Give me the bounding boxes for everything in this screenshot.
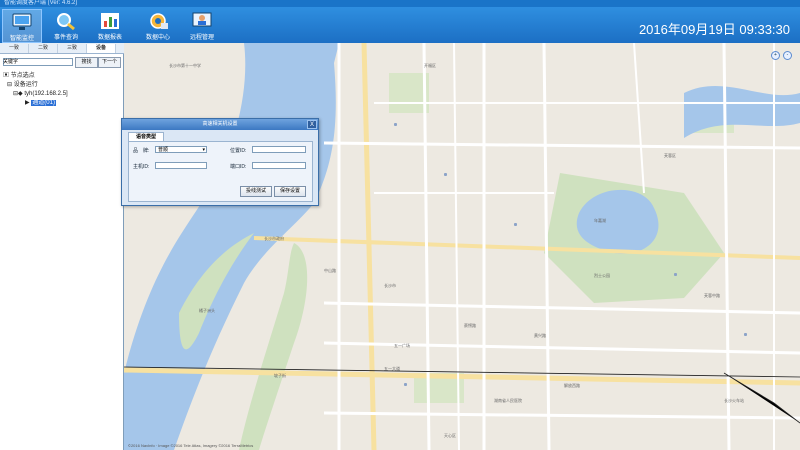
- tab-level2[interactable]: 二致: [29, 44, 58, 53]
- zoom-in-button[interactable]: +: [771, 51, 780, 60]
- toolbar-remote-label: 远程管理: [189, 35, 214, 41]
- map-label: 蔡锷路: [464, 323, 476, 328]
- device-tree-panel: 关键字 搜找 下一个 ▣ 节点选点 ⊟ 设备运行 ⊟◆ tyh(192.168.…: [0, 54, 124, 450]
- clock-display: 2016年09月19日 09:33:30: [638, 22, 790, 37]
- map-poi: [514, 223, 517, 226]
- tree-device[interactable]: ⊟◆ tyh(192.168.2.5]: [13, 90, 68, 99]
- map-poi: [444, 173, 447, 176]
- map-copyright: ©2016 NavInfo · Image ©2016 Tele Atlas, …: [128, 443, 254, 448]
- camera-icon: ⊟◆: [13, 91, 23, 97]
- camera-settings-dialog: 高速相关机设置 X 语音类型 品 牌: 普顺 ▾ 位置ID: 主机ID: 端口ID…: [121, 118, 319, 206]
- toolbar-report-button[interactable]: 数据报表: [90, 9, 130, 43]
- map-label: 烈士公园: [594, 273, 610, 278]
- map-poi: [394, 123, 397, 126]
- dialog-title: 高速相关机设置: [122, 119, 318, 130]
- test-button[interactable]: 投线测试: [240, 186, 272, 197]
- next-button[interactable]: 下一个: [98, 57, 121, 68]
- toolbar-monitor-button[interactable]: 智能监控: [2, 9, 42, 43]
- location-label: 位置ID:: [230, 148, 247, 154]
- host-id-field[interactable]: [155, 162, 207, 169]
- gear-icon: [150, 13, 168, 29]
- map-canvas: [124, 43, 800, 450]
- chart-icon: [101, 13, 119, 29]
- map-label: 开福区: [424, 63, 436, 68]
- map-label: 五一广场: [394, 343, 410, 348]
- toolbar-event-search-label: 事件查询: [53, 35, 78, 41]
- search-button[interactable]: 搜找: [75, 57, 98, 68]
- location-id-field[interactable]: [252, 146, 306, 153]
- map-label: 年嘉湖: [594, 218, 606, 223]
- brand-label: 品 牌:: [133, 148, 150, 154]
- map-label: 中山路: [324, 268, 336, 273]
- window-titlebar: 智能调度客户端 (Ver: 4.6.2): [0, 0, 800, 7]
- toolbar-event-search-button[interactable]: 事件查询: [46, 9, 86, 43]
- map-poi: [404, 383, 407, 386]
- tree-channel[interactable]: ▶ 通道(01): [25, 99, 68, 108]
- port-label: 端口ID:: [230, 164, 247, 170]
- toolbar-report-label: 数据报表: [97, 35, 122, 41]
- map-view[interactable]: 长沙市第十一中学 湘江 橘子洲头 长沙市 五一大道 芙蓉区 天心区 年嘉湖 烈士…: [124, 43, 800, 450]
- tab-device[interactable]: 设备: [87, 44, 116, 53]
- map-label: 长沙市: [384, 283, 396, 288]
- tab-level1[interactable]: 一致: [0, 44, 29, 53]
- tree-root[interactable]: ▣ 节点选点: [3, 72, 68, 81]
- map-poi: [674, 273, 677, 276]
- map-label: 橘子洲头: [199, 308, 215, 313]
- toolbar-datacenter-button[interactable]: 数据中心: [138, 9, 178, 43]
- toolbar-remote-button[interactable]: 远程管理: [182, 9, 222, 43]
- map-label: 解放西路: [564, 383, 580, 388]
- map-label: 湖南省人民医院: [494, 398, 522, 403]
- toolbar-datacenter-label: 数据中心: [145, 35, 170, 41]
- host-label: 主机ID:: [133, 164, 150, 170]
- map-label: 长沙火车站: [724, 398, 744, 403]
- search-icon: [57, 13, 75, 31]
- save-button[interactable]: 保存设置: [274, 186, 306, 197]
- left-tab-bar: 一致 二致 三致 设备: [0, 43, 124, 54]
- map-label: 黄兴路: [534, 333, 546, 338]
- map-label: 天心区: [444, 433, 456, 438]
- map-label: 芙蓉区: [664, 153, 676, 158]
- dialog-close-button[interactable]: X: [307, 120, 317, 129]
- map-label: 五一大道: [384, 366, 400, 371]
- monitor-icon: [12, 13, 32, 30]
- main-toolbar: 智能监控 事件查询 数据报表 数据中心 远程管理 2016年09月19日 09:…: [0, 7, 800, 43]
- device-tree: ▣ 节点选点 ⊟ 设备运行 ⊟◆ tyh(192.168.2.5] ▶ 通道(0…: [3, 72, 68, 108]
- map-poi: [744, 333, 747, 336]
- expand-icon: ⊟: [7, 82, 13, 88]
- chevron-down-icon: ▾: [202, 147, 205, 153]
- keyword-label: 关键字: [3, 59, 19, 65]
- folder-icon: ▣: [3, 73, 10, 79]
- remote-icon: [192, 12, 212, 27]
- map-label: 坡子街: [274, 373, 286, 378]
- map-label: 长沙市政府: [264, 236, 284, 241]
- brand-select[interactable]: 普顺 ▾: [155, 146, 207, 153]
- zoom-out-button[interactable]: -: [783, 51, 792, 60]
- map-label: 芙蓉中路: [704, 293, 720, 298]
- tab-level3[interactable]: 三致: [58, 44, 87, 53]
- map-label: 长沙市第十一中学: [169, 63, 201, 68]
- video-icon: ▶: [25, 100, 30, 106]
- toolbar-monitor-label: 智能监控: [9, 36, 34, 42]
- window-title: 智能调度客户端 (Ver: 4.6.2): [4, 0, 78, 6]
- port-id-field[interactable]: [252, 162, 306, 169]
- tree-group[interactable]: ⊟ 设备运行: [7, 81, 68, 90]
